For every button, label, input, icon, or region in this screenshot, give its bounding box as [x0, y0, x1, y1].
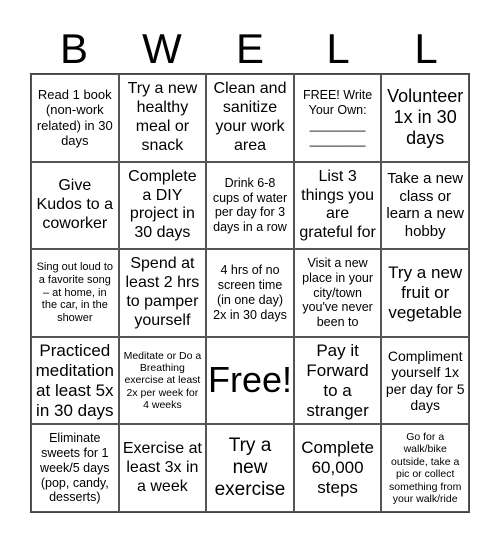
bingo-cell[interactable]: Practiced meditation at least 5x in 30 d… [31, 336, 119, 425]
bingo-cell[interactable]: Give Kudos to a coworker [31, 161, 119, 250]
cell-text: List 3 things you are grateful for [299, 167, 376, 242]
cell-text: Read 1 book (non-work related) in 30 day… [36, 87, 113, 149]
bingo-cell[interactable]: Complete 60,000 steps [293, 424, 382, 512]
cell-text: Compliment yourself 1x per day for 5 day… [385, 347, 465, 414]
bingo-grid: Read 1 book (non-work related) in 30 day… [30, 73, 470, 513]
title-letter: L [414, 25, 438, 72]
cell-text: Go for a walk/bike outside, take a pic o… [389, 431, 462, 505]
cell-text: Complete 60,000 steps [301, 438, 374, 498]
bingo-cell[interactable]: Visit a new place in your city/town you'… [293, 249, 382, 337]
cell-text: Try a new healthy meal or snack [127, 80, 198, 154]
title-letter: E [235, 25, 264, 72]
bingo-cell[interactable]: Clean and sanitize your work area [206, 74, 294, 162]
cell-text: 4 hrs of no screen time (in one day) 2x … [213, 263, 287, 322]
title-letter: B [59, 25, 88, 72]
cell-text: Try a new fruit or vegetable [388, 262, 463, 323]
cell-text: Pay it Forward to a stranger [306, 340, 369, 420]
cell-text: Take a new class or learn a new hobby [386, 170, 464, 241]
cell-text: Sing out loud to a favorite song – at ho… [36, 260, 114, 325]
bingo-cell[interactable]: Meditate or Do a Breathing exercise at l… [118, 336, 207, 425]
cell-text: Free! [207, 359, 293, 401]
bingo-cell[interactable]: Try a new exercise [206, 424, 294, 512]
title-letter: W [142, 25, 182, 72]
bingo-cell[interactable]: Drink 6-8 cups of water per day for 3 da… [206, 161, 294, 250]
bingo-cell[interactable]: Eliminate sweets for 1 week/5 days (pop,… [31, 424, 119, 512]
bingo-cell[interactable]: Sing out loud to a favorite song – at ho… [31, 249, 119, 337]
bingo-cell[interactable]: Go for a walk/bike outside, take a pic o… [381, 424, 469, 512]
bingo-cell[interactable]: Compliment yourself 1x per day for 5 day… [381, 336, 469, 425]
bingo-title: B W E L L [30, 26, 470, 72]
cell-text: Eliminate sweets for 1 week/5 days (pop,… [40, 431, 110, 505]
cell-text: Clean and sanitize your work area [213, 80, 287, 154]
bingo-cell[interactable]: Read 1 book (non-work related) in 30 day… [31, 74, 119, 162]
cell-text: Meditate or Do a Breathing exercise at l… [123, 349, 202, 412]
cell-text: Give Kudos to a coworker [36, 177, 114, 232]
cell-text: Volunteer 1x in 30 days [387, 85, 464, 149]
cell-text: Visit a new place in your city/town you'… [302, 256, 374, 330]
cell-text: Exercise at least 3x in a week [122, 439, 202, 495]
bingo-cell[interactable]: Exercise at least 3x in a week [118, 424, 207, 512]
bingo-cell[interactable]: Try a new healthy meal or snack [118, 74, 207, 162]
bingo-cell[interactable]: Try a new fruit or vegetable [381, 249, 469, 337]
cell-text: Practiced meditation at least 5x in 30 d… [35, 340, 115, 420]
cell-text: Drink 6-8 cups of water per day for 3 da… [212, 175, 288, 235]
bingo-cell[interactable]: Pay it Forward to a stranger [293, 336, 382, 425]
bingo-cell[interactable]: Volunteer 1x in 30 days [381, 74, 469, 162]
cell-text: Try a new exercise [214, 434, 286, 501]
bingo-cell[interactable]: Take a new class or learn a new hobby [381, 161, 469, 250]
free-space-cell[interactable]: Free! [206, 336, 294, 425]
title-letter: L [326, 25, 350, 72]
bingo-cell[interactable]: 4 hrs of no screen time (in one day) 2x … [206, 249, 294, 337]
bingo-cell[interactable]: List 3 things you are grateful for [293, 161, 382, 250]
bingo-cell[interactable]: FREE! Write Your Own: ________ ________ [293, 74, 382, 162]
cell-text: Complete a DIY project in 30 days [128, 167, 197, 242]
cell-text: Spend at least 2 hrs to pamper yourself [125, 255, 200, 329]
cell-text: FREE! Write Your Own: ________ ________ [302, 88, 373, 147]
bingo-cell[interactable]: Complete a DIY project in 30 days [118, 161, 207, 250]
bingo-cell[interactable]: Spend at least 2 hrs to pamper yourself [118, 249, 207, 337]
